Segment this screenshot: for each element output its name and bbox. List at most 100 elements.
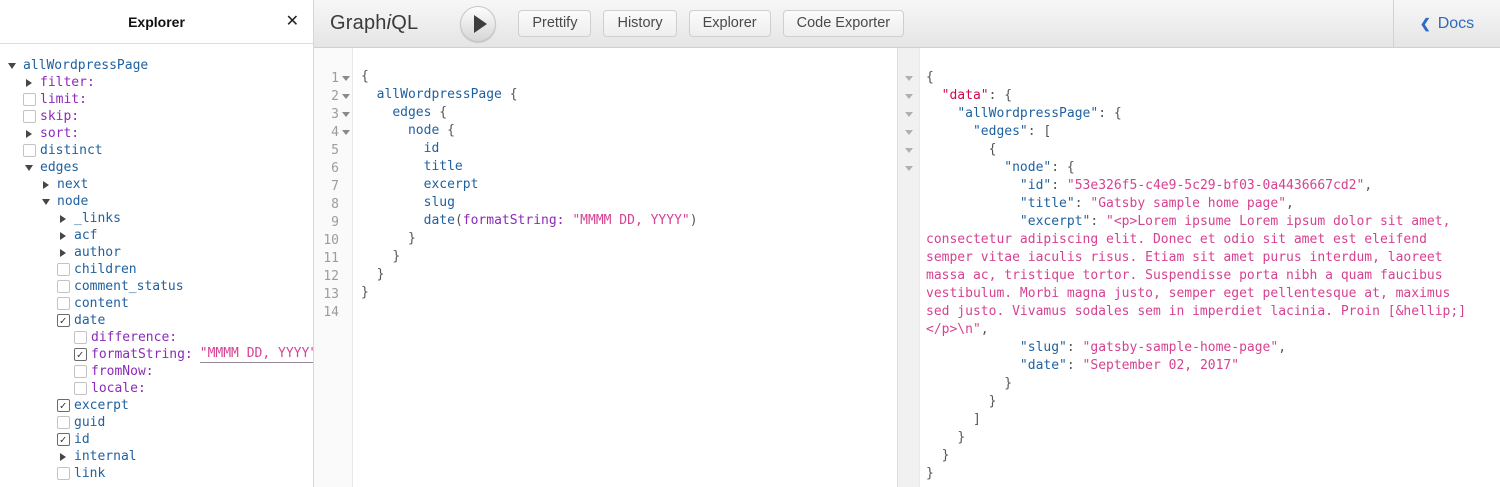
main-area: GraphiQL Prettify History Explorer Code Exp… [314, 0, 1500, 487]
tree-item-author[interactable]: author [2, 244, 313, 261]
caret-down-icon [25, 165, 33, 171]
fold-toggle[interactable] [339, 76, 352, 81]
caret-down-icon[interactable] [38, 199, 54, 205]
tree-item-date[interactable]: date [2, 312, 313, 329]
code-token: { [439, 123, 455, 138]
checkbox-icon[interactable] [21, 93, 37, 106]
tree-item-difference[interactable]: difference: [2, 329, 313, 346]
line-number: 11 [314, 251, 339, 266]
gutter-row [898, 267, 919, 285]
tree-item-label: content [74, 296, 129, 311]
checkbox-icon[interactable] [55, 263, 71, 276]
fold-toggle[interactable] [339, 94, 352, 99]
fold-toggle[interactable] [898, 87, 919, 105]
tree-item-distinct[interactable]: distinct [2, 142, 313, 159]
line-number: 8 [314, 197, 339, 212]
fold-toggle[interactable] [898, 69, 919, 87]
topbar: GraphiQL Prettify History Explorer Code Exp… [314, 0, 1500, 48]
checkbox-icon[interactable] [55, 416, 71, 429]
caret-down-icon[interactable] [4, 63, 20, 69]
tree-item-allWordpressPage[interactable]: allWordpressPage [2, 57, 313, 74]
checkbox-icon[interactable] [55, 433, 71, 446]
logo-text: QL [391, 12, 418, 34]
caret-right-icon[interactable] [21, 79, 37, 87]
checkbox-icon[interactable] [72, 365, 88, 378]
code-token [926, 178, 1020, 193]
caret-down-icon[interactable] [21, 165, 37, 171]
caret-right-icon[interactable] [21, 130, 37, 138]
workspace: 1234567891011121314 { allWordpressPage {… [314, 48, 1500, 487]
fold-toggle[interactable] [898, 159, 919, 177]
execute-query-button[interactable] [460, 6, 496, 42]
tree-item-edges[interactable]: edges [2, 159, 313, 176]
arg-value-input[interactable]: "MMMM DD, YYYY" [200, 346, 313, 363]
caret-right-icon[interactable] [38, 181, 54, 189]
code-token: "53e326f5-c4e9-5c29-bf03-0a4436667cd2" [1067, 178, 1364, 193]
tree-item-id[interactable]: id [2, 431, 313, 448]
tree-item-excerpt[interactable]: excerpt [2, 397, 313, 414]
code-line: } [361, 267, 897, 285]
tree-item-locale[interactable]: locale: [2, 380, 313, 397]
tree-item-comment_status[interactable]: comment_status [2, 278, 313, 295]
tree-item-children[interactable]: children [2, 261, 313, 278]
gutter-row: 11 [314, 249, 352, 267]
code-token [926, 340, 1020, 355]
tree-item-fromNow[interactable]: fromNow: [2, 363, 313, 380]
fold-toggle[interactable] [898, 141, 919, 159]
fold-toggle[interactable] [339, 130, 352, 135]
checkbox-icon[interactable] [55, 280, 71, 293]
tree-item-internal[interactable]: internal [2, 448, 313, 465]
checkbox-icon [74, 365, 87, 378]
explorer-button[interactable]: Explorer [689, 10, 771, 37]
tree-item-link[interactable]: link [2, 465, 313, 482]
tree-item-acf[interactable]: acf [2, 227, 313, 244]
gutter-row [898, 357, 919, 375]
tree-item-guid[interactable]: guid [2, 414, 313, 431]
tree-item-limit[interactable]: limit: [2, 91, 313, 108]
tree-item-skip[interactable]: skip: [2, 108, 313, 125]
tree-item-content[interactable]: content [2, 295, 313, 312]
close-icon[interactable]: ✕ [286, 14, 299, 30]
checkbox-icon[interactable] [55, 297, 71, 310]
tree-item-label: difference: [91, 330, 177, 345]
checkbox-icon[interactable] [21, 110, 37, 123]
code-exporter-button[interactable]: Code Exporter [783, 10, 905, 37]
tree-item-node[interactable]: node [2, 193, 313, 210]
code-token: : [1075, 196, 1091, 211]
caret-right-icon[interactable] [55, 453, 71, 461]
checkbox-icon[interactable] [55, 314, 71, 327]
caret-right-icon[interactable] [55, 215, 71, 223]
tree-item-label: _links [74, 211, 121, 226]
tree-item-formatString[interactable]: formatString:"MMMM DD, YYYY" [2, 346, 313, 363]
code-line: node { [361, 123, 897, 141]
tree-item-sort[interactable]: sort: [2, 125, 313, 142]
caret-right-icon[interactable] [55, 249, 71, 257]
code-token: , [981, 322, 989, 337]
checkbox-icon[interactable] [55, 467, 71, 480]
checkbox-icon[interactable] [72, 348, 88, 361]
fold-toggle[interactable] [898, 105, 919, 123]
prettify-button[interactable]: Prettify [518, 10, 591, 37]
code-token: , [1364, 178, 1372, 193]
line-number: 6 [314, 161, 339, 176]
checkbox-icon[interactable] [21, 144, 37, 157]
gutter-row: 14 [314, 303, 352, 321]
tree-item-_links[interactable]: _links [2, 210, 313, 227]
caret-right-icon[interactable] [55, 232, 71, 240]
checkbox-icon [23, 144, 36, 157]
tree-item-filter[interactable]: filter: [2, 74, 313, 91]
checkbox-icon[interactable] [55, 399, 71, 412]
docs-toggle[interactable]: ❮ Docs [1393, 0, 1500, 47]
fold-toggle[interactable] [339, 112, 352, 117]
code-token: } [377, 267, 385, 282]
history-button[interactable]: History [603, 10, 676, 37]
fold-toggle[interactable] [898, 123, 919, 141]
tree-item-next[interactable]: next [2, 176, 313, 193]
result-line: "node": { [926, 159, 1475, 177]
query-editor[interactable]: { allWordpressPage { edges { node { id t… [353, 48, 897, 487]
chevron-left-icon: ❮ [1420, 16, 1431, 32]
caret-right-icon [26, 130, 32, 138]
checkbox-icon[interactable] [72, 382, 88, 395]
graphiql-logo: GraphiQL [314, 12, 434, 35]
checkbox-icon[interactable] [72, 331, 88, 344]
